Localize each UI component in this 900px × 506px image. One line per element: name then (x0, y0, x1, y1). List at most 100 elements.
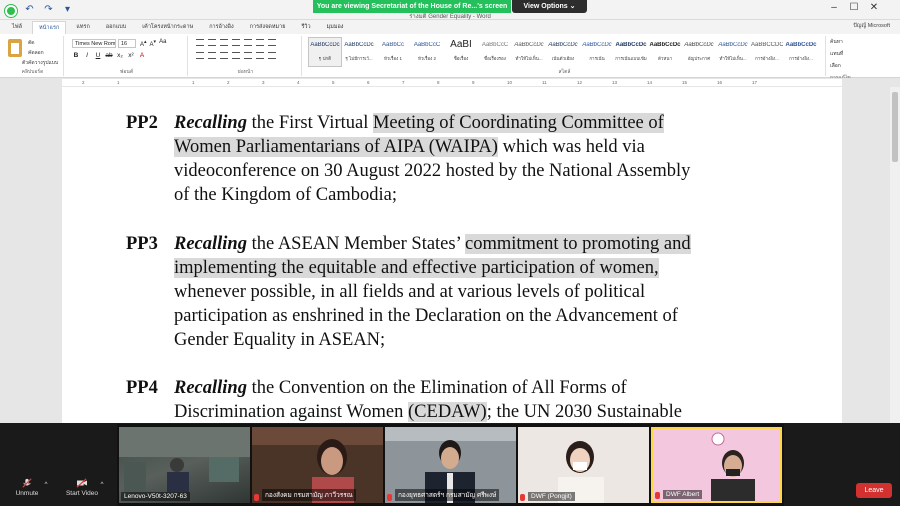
tab-layout[interactable]: เค้าโครงหน้ากระดาษ (136, 21, 199, 33)
start-video-button[interactable]: Start Video (62, 478, 102, 497)
style-sample: AaBI (450, 39, 472, 50)
cut-button[interactable]: ตัด (28, 39, 35, 47)
align-right-icon[interactable] (220, 52, 228, 59)
show-marks-icon[interactable] (268, 39, 276, 46)
leave-button[interactable]: Leave (856, 483, 892, 498)
video-options-caret-icon[interactable]: ^ (98, 481, 106, 488)
style-name: ชื่อเรื่องรอง (484, 56, 506, 61)
style-sample: AaBbCcDc (718, 42, 748, 48)
tab-mailings[interactable]: การส่งจดหมาย (244, 21, 292, 33)
style-name: ทำให้ไม่เห็น... (719, 56, 747, 61)
style-normal[interactable]: AaBbCcDc ¶ ปกติ (308, 37, 342, 67)
style-sample: AaBbCcDc (785, 42, 817, 48)
style-heading-1[interactable]: AaBbCc หัวเรื่อง 1 (376, 37, 410, 67)
ruler-number: 5 (332, 80, 335, 85)
tab-review[interactable]: รีวิว (295, 21, 316, 33)
italic-icon[interactable]: I (83, 52, 91, 59)
superscript-icon[interactable]: x² (127, 52, 135, 59)
multilevel-list-icon[interactable] (220, 39, 228, 46)
numbering-icon[interactable] (208, 39, 216, 46)
increase-indent-icon[interactable] (244, 39, 252, 46)
text-line: Recalling the ASEAN Member States’ commi… (174, 234, 691, 255)
style-name: อัญประกาศ (687, 56, 711, 61)
style-sample: AaBbCcDc (548, 42, 578, 48)
style-no-spacing[interactable]: AaBbCcDc ¶ ไม่มีการเว้... (342, 37, 376, 67)
align-left-icon[interactable] (196, 52, 204, 59)
horizontal-ruler[interactable]: 2 1 1 2 3 4 5 6 7 8 9 10 11 12 13 14 15 … (0, 78, 900, 87)
style-strong[interactable]: AaBbCcDc ตัวหนา (648, 37, 682, 67)
scrollbar-thumb[interactable] (892, 92, 898, 162)
text-highlight: implementing the equitable and effective… (174, 258, 659, 278)
style-sample: AaBbCc (381, 42, 404, 48)
style-subtitle[interactable]: AaBbCcC ชื่อเรื่องรอง (478, 37, 512, 67)
copy-button[interactable]: คัดลอก (28, 49, 44, 57)
text-plain: the First Virtual (246, 113, 373, 133)
strikethrough-icon[interactable]: ab (105, 52, 113, 59)
text-line: implementing the equitable and effective… (174, 258, 659, 279)
shading-icon[interactable] (256, 52, 264, 59)
justify-icon[interactable] (232, 52, 240, 59)
tab-design[interactable]: ออกแบบ (100, 21, 132, 33)
screen: ▣ ↶ ↷ ▾ ร่างมติ Gender Equality - Word –… (0, 0, 900, 506)
style-subtle-emphasis[interactable]: AaBbCcDc ทำให้ไม่เห็น... (512, 37, 546, 67)
tab-insert[interactable]: แทรก (70, 21, 95, 33)
style-sample: AaBbCcDc (684, 42, 714, 48)
style-intense-emphasis[interactable]: AaBbCcDc การเน้น (580, 37, 614, 67)
font-name-select[interactable]: Times New Roman (72, 39, 116, 48)
font-size-select[interactable]: 16 (118, 39, 136, 48)
text-italic: Recalling (174, 378, 247, 398)
style-intense-emphasis-2[interactable]: AaBbCcDc การเน้นแบบเข้ม (614, 37, 648, 67)
style-title[interactable]: AaBI ชื่อเรื่อง (444, 37, 478, 67)
text-plain: the ASEAN Member States’ (246, 234, 466, 254)
style-sample: AaBbCcDc (514, 42, 544, 48)
replace-button[interactable]: แทนที่ (830, 50, 890, 58)
maximize-icon[interactable]: ☐ (848, 2, 860, 13)
borders-icon[interactable] (268, 52, 276, 59)
ruler-number: 4 (297, 80, 300, 85)
style-heading-2[interactable]: AaBbCcC หัวเรื่อง 2 (410, 37, 444, 67)
paste-icon[interactable] (8, 39, 22, 57)
close-icon[interactable]: ✕ (868, 2, 880, 13)
style-quote[interactable]: AaBbCcDc อัญประกาศ (682, 37, 716, 67)
tab-home[interactable]: หน้าแรก (32, 20, 67, 34)
style-emphasis[interactable]: AaBbCcDc เน้นตัวเอียง (546, 37, 580, 67)
text-line: videoconference on 30 August 2022 hosted… (174, 161, 691, 181)
style-name: ทำให้ไม่เห็น... (515, 56, 543, 61)
decrease-indent-icon[interactable] (232, 39, 240, 46)
shrink-font-icon[interactable]: A▾ (150, 39, 157, 48)
unmute-button[interactable]: Unmute (12, 478, 42, 497)
zoom-security-icon[interactable] (5, 5, 17, 17)
find-button[interactable]: ค้นหา (830, 38, 890, 46)
style-name: ชื่อเรื่อง (453, 56, 469, 61)
format-painter-button[interactable]: ตัวคัดวางรูปแบบ (22, 59, 58, 67)
document-page[interactable]: PP2 Recalling the First Virtual Meeting … (62, 87, 842, 423)
bullets-icon[interactable] (196, 39, 204, 46)
select-button[interactable]: เลือก (830, 62, 890, 70)
minimize-icon[interactable]: – (828, 2, 840, 13)
ruler-number: 3 (262, 80, 265, 85)
change-case-icon[interactable]: Aa (159, 39, 166, 48)
font-color-icon[interactable]: A (138, 52, 146, 59)
style-sample: AaBbCcDc (344, 42, 374, 48)
underline-icon[interactable]: U (94, 52, 102, 59)
subscript-icon[interactable]: x₂ (116, 52, 124, 59)
view-options-button[interactable]: View Options ⌄ (512, 0, 587, 13)
line-spacing-icon[interactable] (244, 52, 252, 59)
tab-references[interactable]: การอ้างอิง (203, 21, 239, 33)
ruler-number: 2 (82, 80, 85, 85)
text-plain: Discrimination against Women (174, 402, 409, 422)
grow-font-icon[interactable]: A▴ (140, 39, 147, 48)
audio-options-caret-icon[interactable]: ^ (42, 481, 50, 488)
style-intense-quote[interactable]: AaBbCcDc ทำให้ไม่เห็น... (716, 37, 750, 67)
style-intense-reference[interactable]: AaBbCcDc การอ้างอิง... (784, 37, 818, 67)
sort-icon[interactable] (256, 39, 264, 46)
align-center-icon[interactable] (208, 52, 216, 59)
tab-view[interactable]: มุมมอง (321, 21, 350, 33)
account-name[interactable]: ปัญญ์ Microsoft (853, 22, 890, 30)
style-name: การเน้นแบบเข้ม (615, 56, 647, 61)
bold-icon[interactable]: B (72, 52, 80, 59)
style-subtle-reference[interactable]: AaBBCCDC การอ้างอิง... (750, 37, 784, 67)
text-highlight: Women Parliamentarians of AIPA (WAIPA) (174, 137, 498, 157)
style-sample: AaBbCcDc (649, 42, 681, 48)
tab-file[interactable]: ไฟล์ (6, 21, 28, 33)
